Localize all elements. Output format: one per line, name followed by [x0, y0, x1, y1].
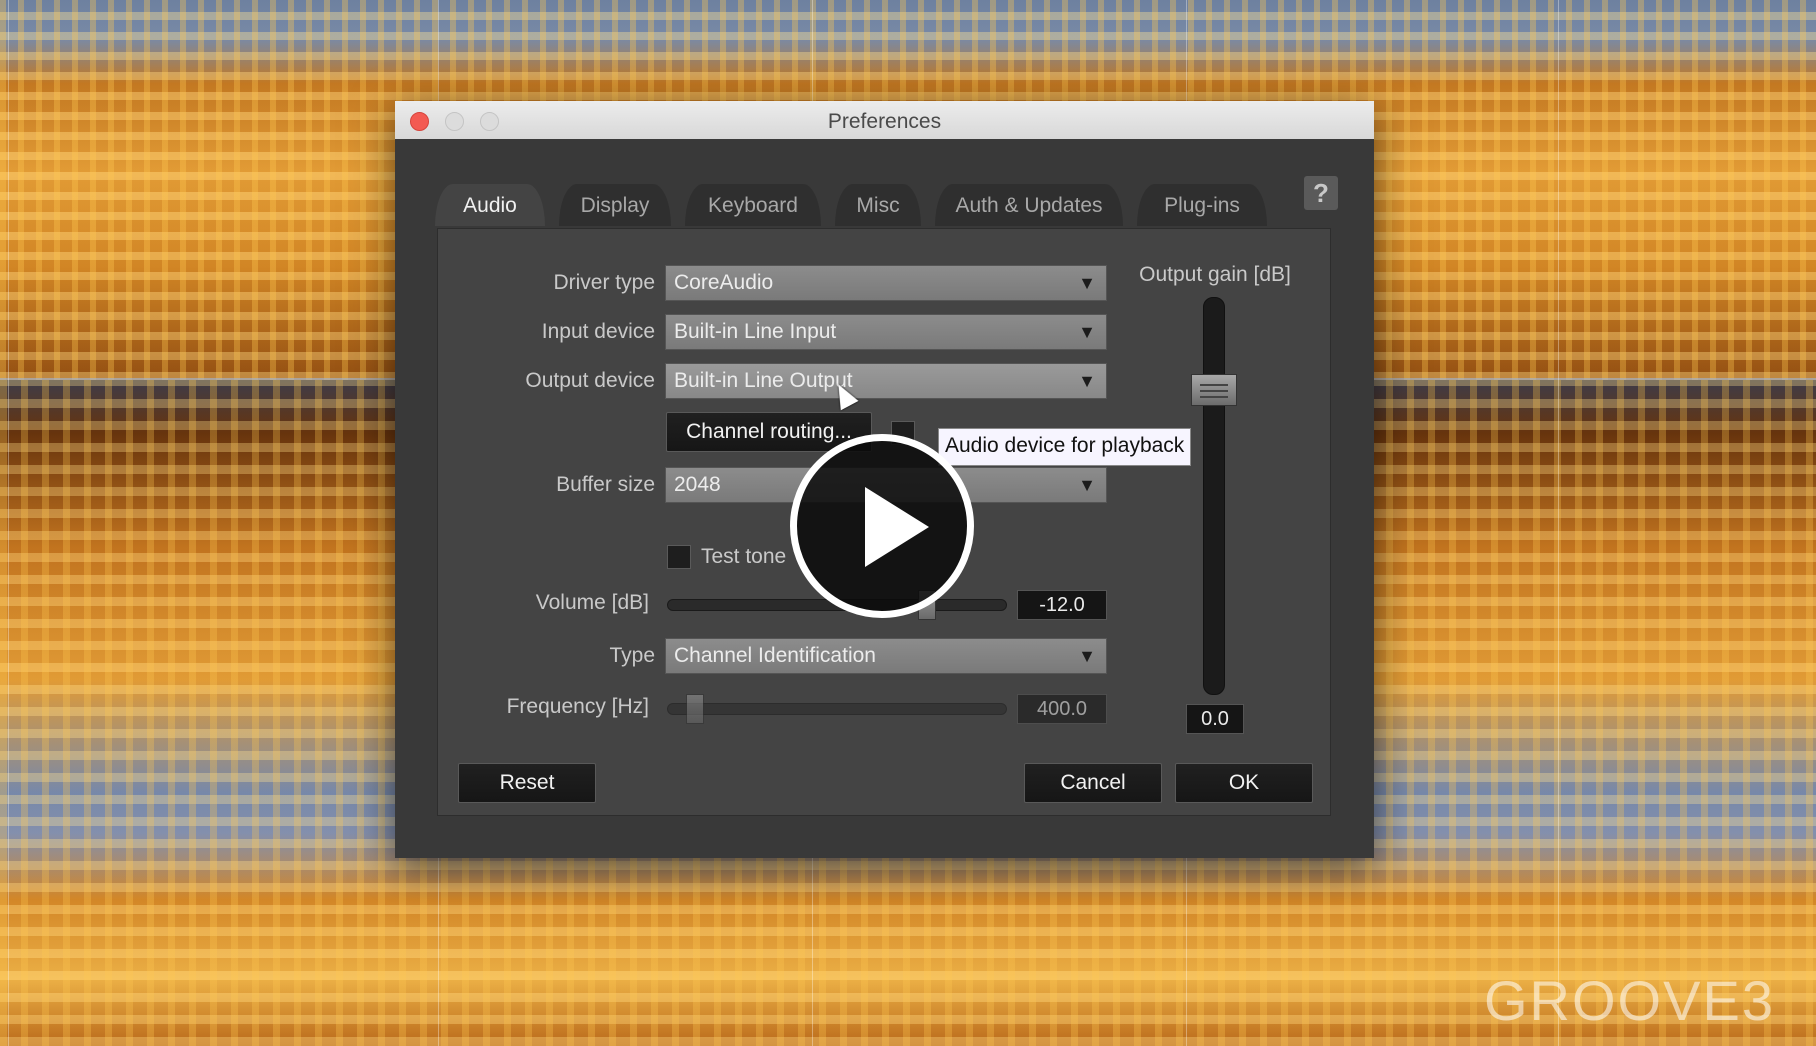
- dropdown-arrow-icon: ▼: [1078, 475, 1096, 495]
- window-title: Preferences: [827, 110, 942, 133]
- video-play-button[interactable]: [790, 434, 974, 618]
- dropdown-arrow-icon: ▼: [1078, 646, 1096, 666]
- output-device-tooltip: Audio device for playback: [938, 428, 1192, 466]
- buffer-size-value: 2048: [674, 473, 721, 496]
- dropdown-arrow-icon: ▼: [1078, 371, 1096, 391]
- ok-button[interactable]: OK: [1175, 763, 1313, 803]
- tab-plug-ins[interactable]: Plug-ins: [1137, 184, 1267, 226]
- output-device-select[interactable]: Built-in Line Output ▼: [665, 363, 1107, 399]
- input-device-select[interactable]: Built-in Line Input ▼: [665, 314, 1107, 350]
- tab-auth-updates[interactable]: Auth & Updates: [935, 184, 1123, 226]
- output-gain-slider[interactable]: [1203, 297, 1225, 695]
- input-device-label: Input device: [541, 320, 655, 343]
- play-icon: [865, 487, 929, 567]
- output-gain-value-field[interactable]: 0.0: [1186, 704, 1244, 734]
- volume-value-field[interactable]: -12.0: [1017, 590, 1107, 620]
- volume-label: Volume [dB]: [535, 591, 649, 614]
- buffer-size-label: Buffer size: [556, 473, 655, 496]
- frequency-slider-handle[interactable]: [686, 694, 705, 724]
- tab-misc[interactable]: Misc: [835, 184, 921, 226]
- driver-type-select[interactable]: CoreAudio ▼: [665, 265, 1107, 301]
- output-device-value: Built-in Line Output: [674, 369, 853, 392]
- output-gain-slider-handle[interactable]: [1191, 373, 1237, 406]
- watermark-logo: GROOVE3: [1484, 969, 1775, 1032]
- frequency-slider[interactable]: [667, 703, 1007, 715]
- test-tone-checkbox[interactable]: [667, 545, 691, 569]
- input-device-value: Built-in Line Input: [674, 320, 837, 343]
- frequency-label: Frequency [Hz]: [506, 695, 649, 718]
- dropdown-arrow-icon: ▼: [1078, 273, 1096, 293]
- title-bar: Preferences: [395, 101, 1374, 140]
- dropdown-arrow-icon: ▼: [1078, 322, 1096, 342]
- output-device-label: Output device: [525, 369, 655, 392]
- frequency-value-field[interactable]: 400.0: [1017, 694, 1107, 724]
- driver-type-label: Driver type: [553, 271, 655, 294]
- type-value: Channel Identification: [674, 644, 876, 667]
- cancel-button[interactable]: Cancel: [1024, 763, 1162, 803]
- tab-audio[interactable]: Audio: [435, 184, 545, 226]
- tab-keyboard[interactable]: Keyboard: [685, 184, 821, 226]
- type-label: Type: [609, 644, 655, 667]
- tab-display[interactable]: Display: [559, 184, 671, 226]
- reset-button[interactable]: Reset: [458, 763, 596, 803]
- driver-type-value: CoreAudio: [674, 271, 774, 294]
- output-gain-label: Output gain [dB]: [1139, 263, 1291, 286]
- type-select[interactable]: Channel Identification ▼: [665, 638, 1107, 674]
- help-button[interactable]: ?: [1304, 176, 1338, 210]
